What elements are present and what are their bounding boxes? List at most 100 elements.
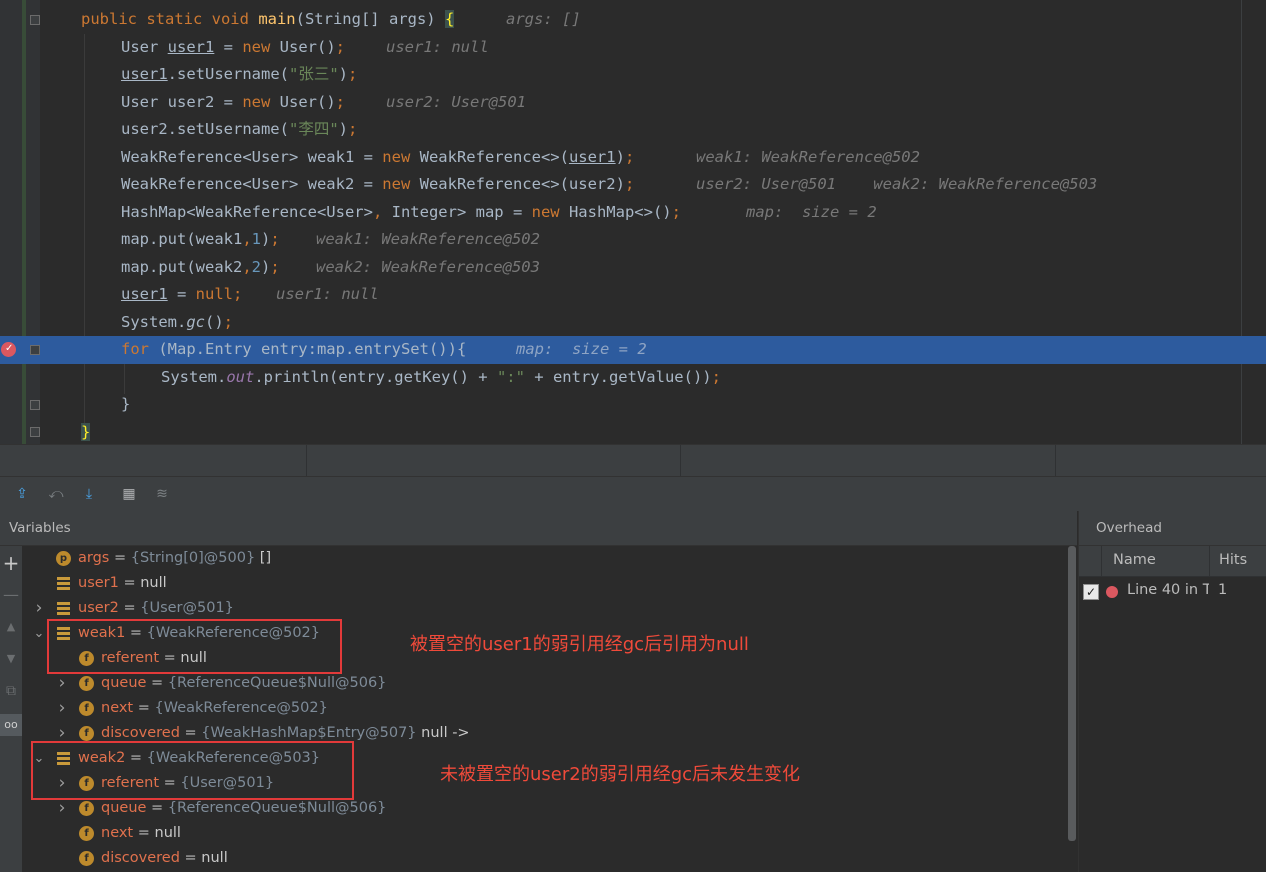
debug-tab-strip	[0, 444, 1266, 477]
code-token: .setUsername(	[167, 65, 289, 83]
overhead-header: Overhead	[1079, 511, 1266, 546]
fold-marker-icon[interactable]	[30, 345, 40, 355]
code-token: =	[167, 285, 196, 303]
expand-arrow-icon[interactable]: ›	[55, 671, 69, 696]
breakpoint-check-icon: ✓	[5, 343, 14, 354]
variable-row[interactable]: › user2 = {User@501}	[22, 596, 1062, 621]
column-header-name[interactable]: Name	[1113, 552, 1156, 568]
code-text: user2.setUsername("李四");	[121, 116, 357, 144]
variable-name: queue	[101, 800, 147, 816]
breakpoint-icon	[1106, 586, 1118, 598]
code-token: WeakReference<User> weak1 =	[121, 147, 383, 166]
code-line[interactable]: User user2 = new User(); user2: User@501	[0, 89, 1266, 117]
code-token: User user2 =	[121, 92, 243, 111]
fold-marker-icon[interactable]	[30, 400, 40, 410]
trace-stream-icon[interactable]: ≋	[152, 485, 172, 503]
overhead-row[interactable]: ✓ Line 40 in T 1	[1079, 577, 1266, 607]
inline-debug-value: weak1: WeakReference@502	[696, 147, 920, 166]
tab-separator	[680, 445, 681, 477]
code-line[interactable]: HashMap<WeakReference<User>, Integer> ma…	[0, 199, 1266, 227]
code-token: new	[382, 147, 420, 166]
step-out-icon[interactable]: ⇪	[12, 485, 32, 503]
variable-row[interactable]: f discovered = null	[22, 846, 1062, 871]
expand-arrow-icon[interactable]: ›	[32, 596, 46, 621]
expand-arrow-icon[interactable]: ›	[55, 696, 69, 721]
inline-debug-value: map: size = 2	[516, 340, 647, 358]
code-line[interactable]: map.put(weak2,2); weak2: WeakReference@50…	[0, 254, 1266, 282]
code-text: map.put(weak1,1);	[121, 226, 280, 254]
annotation-note-1: 被置空的user1的弱引用经gc后引用为null	[410, 634, 749, 655]
code-line[interactable]: map.put(weak1,1); weak1: WeakReference@50…	[0, 226, 1266, 254]
variable-equals: =	[146, 675, 168, 691]
fold-marker-icon[interactable]	[30, 427, 40, 437]
code-token: ;	[671, 202, 681, 221]
parameter-icon: p	[56, 551, 71, 566]
code-line[interactable]: user2.setUsername("李四");	[0, 116, 1266, 144]
glasses-icon[interactable]: oo	[0, 714, 22, 736]
inline-debug-value: weak2: WeakReference@503	[316, 257, 540, 276]
variables-panel[interactable]: + — ▲ ▼ ⧉ oo p args = {String[0]@500} [] u…	[0, 546, 1077, 872]
code-line[interactable]: user1.setUsername("张三");	[0, 61, 1266, 89]
code-token: public static void	[81, 10, 259, 28]
code-editor[interactable]: public static void main(String[] args) {…	[0, 0, 1266, 444]
inline-debug-value: user1: null	[386, 37, 489, 56]
code-line[interactable]: WeakReference<User> weak1 = new WeakRefe…	[0, 144, 1266, 172]
code-token: ,	[372, 202, 392, 221]
variable-value: null	[154, 825, 181, 841]
variable-value: []	[255, 550, 272, 566]
code-line[interactable]: User user1 = new User(); user1: null	[0, 34, 1266, 62]
variable-name: next	[101, 700, 134, 716]
code-text: user1 = null;	[121, 281, 242, 309]
variable-type: {String[0]@500}	[130, 550, 256, 566]
variable-row[interactable]: f next = null	[22, 821, 1062, 846]
add-watch-icon[interactable]: +	[0, 553, 22, 573]
fold-marker-icon[interactable]	[30, 15, 40, 25]
code-token: out	[226, 367, 255, 386]
code-line[interactable]: System.gc();	[0, 309, 1266, 337]
variable-row[interactable]: p args = {String[0]@500} []	[22, 546, 1062, 571]
execution-line[interactable]: for (Map.Entry entry:map.entrySet()){map…	[0, 336, 1266, 364]
code-token: ":"	[496, 367, 525, 386]
code-line[interactable]: System.out.println(entry.getKey() + ":" …	[0, 364, 1266, 392]
code-token: )	[615, 147, 625, 166]
remove-watch-icon[interactable]: —	[0, 586, 22, 604]
variable-equals: =	[109, 550, 131, 566]
code-line[interactable]: }	[0, 419, 1266, 445]
run-to-cursor-icon[interactable]: ⤓	[79, 485, 99, 503]
move-up-icon[interactable]: ▲	[0, 618, 22, 636]
variable-row[interactable]: user1 = null	[22, 571, 1062, 596]
variable-label: user1 = null	[78, 571, 167, 596]
copy-icon[interactable]: ⧉	[0, 682, 22, 700]
field-icon: f	[79, 826, 94, 841]
variable-equals: =	[133, 825, 155, 841]
variable-name: discovered	[101, 725, 180, 741]
variable-row[interactable]: › f next = {WeakReference@502}	[22, 696, 1062, 721]
code-text: public static void main(String[] args) {	[81, 6, 455, 34]
breakpoint-icon[interactable]: ✓	[1, 342, 16, 357]
code-line[interactable]: public static void main(String[] args) {…	[0, 6, 1266, 34]
move-down-icon[interactable]: ▼	[0, 650, 22, 668]
inline-debug-value: user2: User@501	[386, 92, 526, 111]
variable-row[interactable]: › f queue = {ReferenceQueue$Null@506}	[22, 671, 1062, 696]
local-variable-icon	[56, 576, 71, 591]
code-line[interactable]: }	[0, 391, 1266, 419]
column-separator	[1209, 546, 1210, 576]
code-token: System.	[161, 367, 227, 386]
code-token: HashMap<WeakReference<User>	[121, 202, 373, 221]
variable-label: next = null	[101, 821, 181, 846]
column-header-hits[interactable]: Hits	[1219, 552, 1247, 568]
code-token: new	[382, 175, 420, 193]
collapse-arrow-icon[interactable]: ⌄	[32, 621, 46, 646]
variable-type: {WeakReference@502}	[154, 700, 328, 716]
variable-label: discovered = null	[101, 846, 228, 871]
evaluate-expression-icon[interactable]: ▦	[119, 485, 139, 503]
code-line[interactable]: user1 = null; user1: null	[0, 281, 1266, 309]
variable-equals: =	[118, 575, 141, 591]
code-token: Integer> map =	[391, 202, 532, 221]
code-line[interactable]: WeakReference<User> weak2 = new WeakRefe…	[0, 171, 1266, 199]
code-text: HashMap<WeakReference<User>, Integer> ma…	[121, 199, 681, 227]
field-icon: f	[79, 701, 94, 716]
drop-frame-icon[interactable]: ⤺	[46, 485, 66, 503]
enabled-checkbox[interactable]: ✓	[1083, 584, 1099, 600]
variables-scrollbar[interactable]	[1068, 546, 1076, 841]
